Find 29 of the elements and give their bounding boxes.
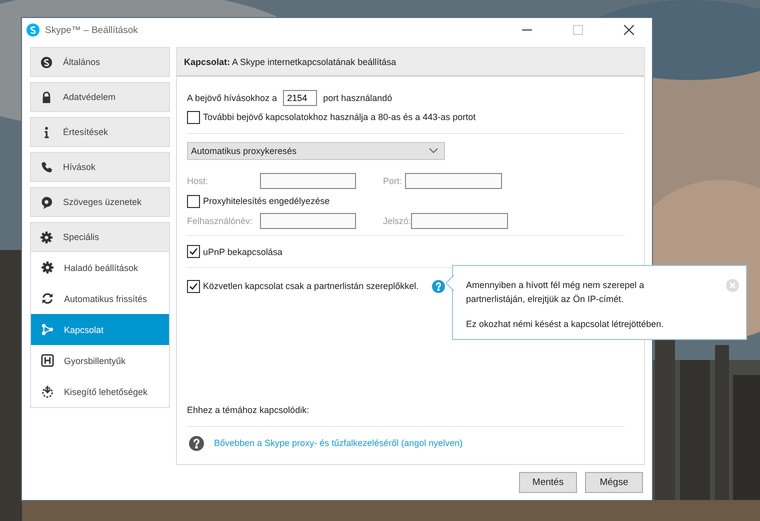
checkbox-label: uPnP bekapcsolása <box>203 246 282 258</box>
tooltip-text: Amennyiben a hívott fél még nem szerepel a partnerlistáján, elrejtjük az Ön IP-címét. <box>466 279 646 306</box>
sidebar-item[interactable]: Általános <box>30 47 170 77</box>
field-label: Felhasználónév: <box>187 215 254 227</box>
checkbox-label: Proxyhitelesítés engedélyezése <box>203 195 330 207</box>
proxy-dropdown[interactable]: Automatikus proxykeresés <box>187 142 445 160</box>
panel-header: Kapcsolat: A Skype internetkapcsolatának beállítása <box>184 56 396 66</box>
sidebar-subitem[interactable]: Automatikus frissítés <box>31 283 169 314</box>
tooltip-text: Ez okozhat némi késést a kapcsolat létrejöttében. <box>466 318 665 331</box>
dialog-button[interactable]: Mentés <box>519 472 577 493</box>
field-label: Host: <box>187 175 210 187</box>
sidebar-subitem[interactable]: Haladó beállítások <box>31 252 169 283</box>
port-field[interactable]: 2154 <box>283 90 318 106</box>
field-label: Port: <box>383 175 404 187</box>
sidebar-item[interactable]: Adatvédelem <box>30 82 170 112</box>
sidebar-item[interactable]: Szöveges üzenetek <box>30 187 170 217</box>
checkbox-label: Közvetlen kapcsolat csak a partnerlistán szereplőkkel. <box>203 280 419 292</box>
sidebar-item[interactable]: Speciális <box>30 222 170 252</box>
port-label: port használandó <box>323 92 392 104</box>
port-label: A bejövő hívásokhoz a <box>187 92 278 104</box>
window-title: Skype™ – Beállítások <box>45 24 138 36</box>
sidebar-subitem[interactable]: Kisegítő lehetőségek <box>31 376 169 407</box>
sidebar-item[interactable]: Értesítések <box>30 117 170 147</box>
field-label: Jelszó: <box>383 215 412 227</box>
dialog-button[interactable]: Mégse <box>585 472 643 493</box>
sidebar-subitem[interactable]: Gyorsbillentyűk <box>31 345 169 376</box>
sidebar-item[interactable]: Hívások <box>30 152 170 182</box>
checkbox-label: További bejövő kapcsolatokhoz használja a 80-as és a 443-as portot <box>203 111 476 123</box>
related-heading: Ehhez a témához kapcsolódik: <box>187 404 310 417</box>
